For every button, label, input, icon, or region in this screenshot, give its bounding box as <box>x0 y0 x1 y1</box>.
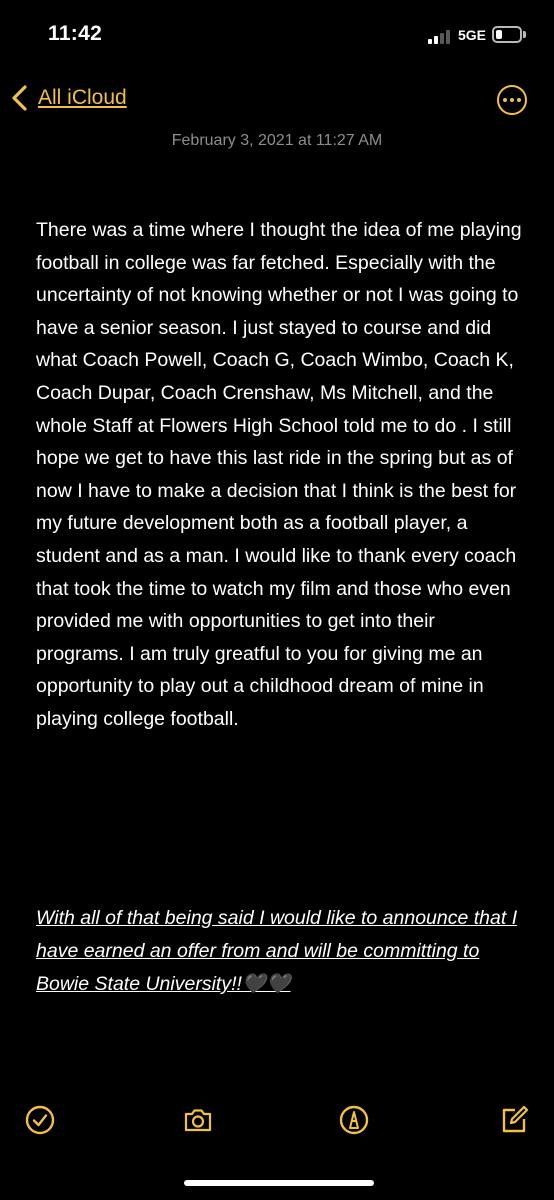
navigation-bar: All iCloud <box>0 76 554 124</box>
network-type: 5GE <box>458 27 487 43</box>
note-closing-text[interactable]: With all of that being said I would like… <box>36 902 526 1001</box>
markup-pen-icon <box>339 1105 369 1135</box>
more-options-button[interactable] <box>497 85 527 115</box>
status-time: 11:42 <box>48 22 103 45</box>
chevron-left-icon <box>12 85 27 111</box>
home-indicator[interactable] <box>184 1180 374 1186</box>
note-body-text[interactable]: There was a time where I thought the ide… <box>36 214 526 736</box>
checklist-icon <box>25 1105 55 1135</box>
camera-icon <box>184 1109 212 1132</box>
note-date: February 3, 2021 at 11:27 AM <box>171 132 383 149</box>
ellipsis-dot <box>510 98 514 102</box>
ellipsis-dot <box>517 98 521 102</box>
checklist-button[interactable] <box>22 1102 58 1138</box>
back-button[interactable]: All iCloud <box>8 76 127 120</box>
status-bar: 11:42 5GE <box>0 0 554 70</box>
camera-button[interactable] <box>180 1102 216 1138</box>
compose-icon <box>502 1105 529 1133</box>
compose-button[interactable] <box>496 1102 532 1138</box>
battery-icon <box>492 26 522 43</box>
ellipsis-circle-icon <box>503 98 507 102</box>
back-label: All iCloud <box>38 86 127 109</box>
battery-level <box>496 30 502 39</box>
markup-button[interactable] <box>336 1102 372 1138</box>
cellular-signal-icon <box>428 30 454 44</box>
bottom-toolbar <box>0 1098 554 1146</box>
battery-tip <box>523 31 526 38</box>
